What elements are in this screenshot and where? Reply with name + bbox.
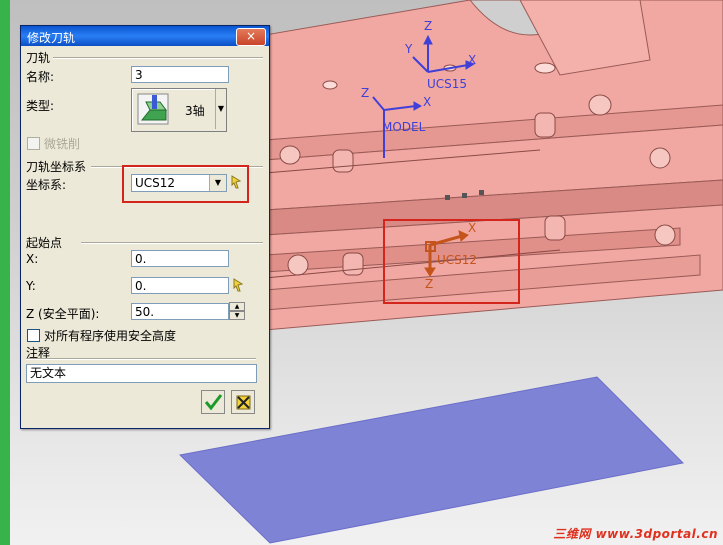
ucs15-x-label: X [468, 53, 476, 67]
watermark: 三维网 www.3dportal.cn [553, 525, 718, 542]
y-label: Y: [26, 279, 36, 293]
spin-down-icon[interactable]: ▼ [229, 311, 245, 320]
dialog-titlebar[interactable]: 修改刀轨 × [21, 26, 269, 46]
section-start-divider [81, 242, 263, 244]
section-note-divider [26, 358, 256, 360]
micro-milling-label: 微铣削 [44, 137, 81, 151]
model-label: MODEL [382, 120, 426, 134]
type-dropdown[interactable]: 3轴 ▼ [131, 88, 227, 132]
x-label: X: [26, 252, 39, 266]
model-z-label: Z [361, 86, 369, 100]
note-input[interactable]: 无文本 [26, 364, 257, 383]
name-label: 名称: [26, 70, 55, 84]
ucs15-z-label: Z [424, 19, 432, 33]
chevron-down-icon[interactable]: ▼ [215, 89, 226, 129]
type-value: 3轴 [185, 104, 205, 118]
three-axis-icon [137, 93, 169, 125]
spin-up-icon[interactable]: ▲ [229, 302, 245, 311]
y-input[interactable]: 0. [131, 277, 229, 294]
ucs12-highlight-box [383, 219, 520, 304]
dialog-title: 修改刀轨 [27, 31, 76, 45]
section-coord-heading: 刀轨坐标系 [26, 160, 87, 174]
safe-height-checkbox[interactable] [27, 329, 40, 342]
z-spinner[interactable]: ▲ ▼ [229, 302, 245, 321]
cancel-icon [236, 395, 251, 410]
section-toolpath-heading: 刀轨 [26, 51, 51, 65]
pick-point-icon[interactable] [233, 278, 243, 292]
ucs15-y-label: Y [404, 42, 413, 56]
cancel-button[interactable] [231, 390, 255, 414]
edit-toolpath-dialog: 修改刀轨 × 刀轨 名称: 3 类型: 3轴 ▼ 微铣削 刀轨坐标系 坐标系: … [20, 25, 270, 429]
coord-label: 坐标系: [26, 178, 67, 192]
section-toolpath-divider [53, 57, 263, 59]
close-icon: × [245, 29, 257, 43]
watermark-brand: 三维网 [553, 527, 591, 541]
type-label: 类型: [26, 99, 55, 113]
z-label: Z (安全平面): [26, 307, 100, 321]
name-input[interactable]: 3 [131, 66, 229, 83]
section-start-heading: 起始点 [26, 236, 63, 250]
ucs15-label: UCS15 [427, 77, 467, 91]
checkmark-icon [204, 394, 223, 411]
micro-milling-checkbox[interactable] [27, 137, 40, 150]
model-x-label: X [423, 95, 431, 109]
ok-button[interactable] [201, 390, 225, 414]
safe-height-label: 对所有程序使用安全高度 [44, 329, 177, 343]
close-button[interactable]: × [236, 28, 266, 46]
x-input[interactable]: 0. [131, 250, 229, 267]
watermark-site: www.3dportal.cn [595, 527, 718, 541]
z-input[interactable]: 50. [131, 303, 229, 320]
coord-highlight-box [122, 165, 249, 203]
